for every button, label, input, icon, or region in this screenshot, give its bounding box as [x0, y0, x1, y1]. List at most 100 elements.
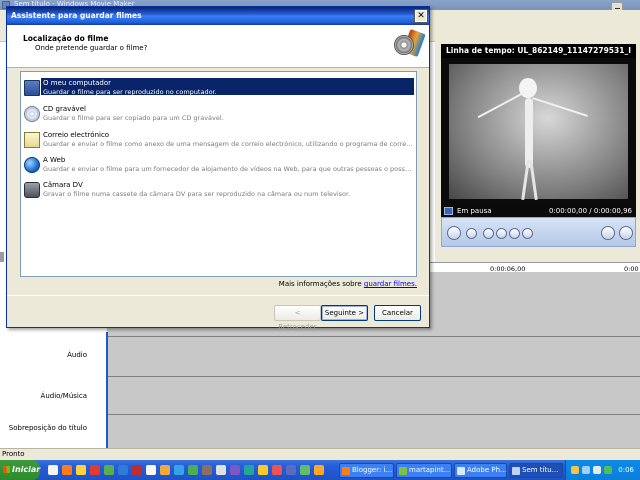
quicklaunch-icon[interactable] [160, 465, 170, 475]
camcorder-icon [24, 182, 40, 198]
cd-icon [24, 106, 40, 122]
messenger-icon [399, 467, 407, 475]
quicklaunch-icon[interactable] [300, 465, 310, 475]
close-button[interactable]: ✕ [414, 9, 428, 23]
option-description: Guardar o filme para ser reproduzido no … [43, 88, 217, 96]
option-dv-camera[interactable]: Câmara DV Gravar o filme numa cassete da… [21, 180, 414, 204]
status-bar: Pronto [0, 448, 640, 460]
start-label: Iniciar [12, 465, 41, 474]
option-email[interactable]: Correio electrónico Guardar e enviar o f… [21, 130, 414, 154]
photoshop-icon [457, 467, 465, 475]
quicklaunch-icon[interactable] [230, 465, 240, 475]
quicklaunch-icon[interactable] [132, 465, 142, 475]
option-label: O meu computador [43, 79, 111, 87]
quicklaunch-icon[interactable] [174, 465, 184, 475]
dialog-titlebar[interactable]: Assistente para guardar filmes [7, 7, 429, 25]
preview-title: Linha de tempo: UL_862149_11147279531_I [441, 44, 636, 58]
next-button[interactable]: Seguinte > [321, 305, 368, 321]
quicklaunch-icon[interactable] [48, 465, 58, 475]
quicklaunch-icon[interactable] [202, 465, 212, 475]
header-subtitle: Onde pretende guardar o filme? [35, 44, 148, 52]
system-tray: 0:06 [565, 460, 640, 480]
option-description: Gravar o filme numa cassete da câmara DV… [43, 190, 351, 198]
quicklaunch-icon[interactable] [76, 465, 86, 475]
firefox-icon [342, 467, 350, 475]
save-movies-help-link[interactable]: guardar filmes. [364, 280, 417, 288]
stop-icon[interactable] [466, 228, 477, 239]
task-button-movie-maker[interactable]: Sem títu... [509, 463, 563, 478]
clock[interactable]: 0:06 [618, 460, 634, 480]
movie-maker-icon [512, 467, 520, 475]
dialog-header: Localização do filme Onde pretende guard… [7, 25, 429, 68]
track-label-title-overlay: Sobreposição do título [8, 424, 87, 432]
tray-icon[interactable] [571, 466, 579, 474]
option-recordable-cd[interactable]: CD gravável Guardar o filme para ser cop… [21, 104, 414, 128]
movie-location-list[interactable]: O meu computador Guardar o filme para se… [20, 71, 417, 277]
volume-icon[interactable] [593, 466, 601, 474]
track-divider [107, 376, 640, 377]
split-clip-icon[interactable] [601, 226, 615, 240]
start-button[interactable]: Iniciar [0, 460, 40, 480]
taskbar: Iniciar Blogger: i... martapint... Adobe… [0, 460, 640, 480]
previous-frame-icon[interactable] [483, 228, 494, 239]
option-label: A Web [43, 156, 66, 164]
video-monitor [441, 58, 636, 205]
quicklaunch-icon[interactable] [286, 465, 296, 475]
task-label: Sem títu... [522, 466, 559, 474]
quicklaunch-icon[interactable] [314, 465, 324, 475]
quicklaunch-icon[interactable] [188, 465, 198, 475]
option-description: Guardar o filme para ser copiado para um… [43, 114, 224, 122]
task-button-blogger[interactable]: Blogger: i... [339, 463, 394, 478]
option-my-computer[interactable]: O meu computador Guardar o filme para se… [21, 78, 414, 102]
task-label: Blogger: i... [352, 466, 393, 474]
track-divider [107, 414, 640, 415]
option-label: CD gravável [43, 105, 86, 113]
monitor-icon [444, 207, 453, 215]
option-label: Câmara DV [43, 181, 83, 189]
timeline-marker [0, 252, 4, 262]
dialog-title: Assistente para guardar filmes [11, 11, 142, 20]
task-button-martapint[interactable]: martapint... [396, 463, 452, 478]
track-divider [107, 336, 640, 337]
network-icon[interactable] [582, 466, 590, 474]
task-label: Adobe Ph... [467, 466, 507, 474]
quicklaunch-icon[interactable] [104, 465, 114, 475]
snapshot-icon[interactable] [619, 226, 633, 240]
task-button-photoshop[interactable]: Adobe Ph... [454, 463, 507, 478]
option-label: Correio electrónico [43, 131, 110, 139]
back-button[interactable]: < Retroceder [274, 305, 321, 331]
windows-logo-icon [3, 466, 10, 473]
quicklaunch-icon[interactable] [146, 465, 156, 475]
messenger-status-icon[interactable] [604, 466, 612, 474]
quicklaunch-icon[interactable] [90, 465, 100, 475]
track-label-audio-music: Áudio/Música [40, 392, 87, 400]
cancel-button[interactable]: Cancelar [374, 305, 421, 321]
quicklaunch-icon[interactable] [272, 465, 282, 475]
video-frame-image [449, 64, 628, 201]
track-label-audio: Áudio [67, 351, 87, 359]
quicklaunch-icon[interactable] [62, 465, 72, 475]
option-description: Guardar e enviar o filme para um fornece… [43, 165, 413, 173]
playback-state: Em pausa [457, 207, 492, 215]
forward-icon[interactable] [509, 228, 520, 239]
play-icon[interactable] [447, 226, 461, 240]
next-frame-icon[interactable] [522, 228, 533, 239]
more-info: Mais informações sobre guardar filmes. [279, 280, 417, 288]
timeline-divider [106, 332, 108, 448]
quicklaunch-icon[interactable] [216, 465, 226, 475]
email-icon [24, 132, 40, 148]
quicklaunch-icon[interactable] [258, 465, 268, 475]
rewind-icon[interactable] [496, 228, 507, 239]
playback-status-bar: Em pausa 0:00:00,00 / 0:00:00,96 [441, 205, 636, 217]
task-label: martapint... [409, 466, 451, 474]
quicklaunch-icon[interactable] [118, 465, 128, 475]
status-text: Pronto [2, 450, 25, 458]
save-movie-wizard-dialog: Assistente para guardar filmes ✕ Localiz… [6, 6, 430, 331]
quicklaunch-icon[interactable] [244, 465, 254, 475]
more-info-text: Mais informações sobre [278, 280, 362, 288]
option-web[interactable]: A Web Guardar e enviar o filme para um f… [21, 155, 414, 179]
playback-controls [441, 217, 636, 247]
dialog-separator [7, 295, 429, 296]
film-reel-icon [392, 28, 426, 61]
computer-icon [24, 80, 40, 96]
